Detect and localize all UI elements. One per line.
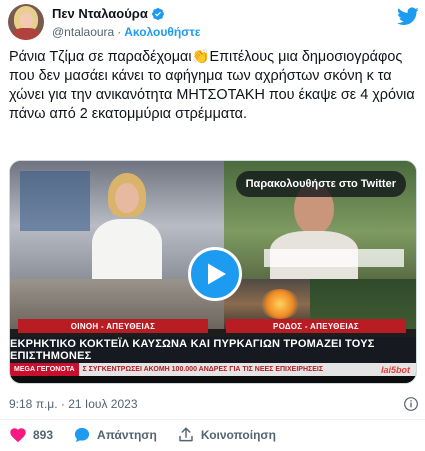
avatar-face [20,12,33,28]
divider [0,419,425,420]
presenter-figure [86,173,166,279]
follow-link[interactable]: Ακολουθήστε [124,25,200,39]
author-name-row: Πεν Νταλαούρα [52,6,165,21]
twitter-bird-icon[interactable] [397,5,419,27]
reply-button[interactable]: Απάντηση [73,426,157,444]
tweet-embed-card: Πεν Νταλαούρα @ntalaoura · Ακολουθήστε Ρ… [0,0,425,451]
ticker-text: Σ ΣΥΓΚΕΝΤΡΩΣΕΙ ΑΚΟΜΗ 100.000 ΑΝΔΡΕΣ ΓΙΑ … [82,366,324,373]
video-media[interactable]: ΟΙΝΟΗ - ΑΠΕΥΘΕΙΑΣ ΡΟΔΟΣ - ΑΠΕΥΘΕΙΑΣ ΕΚΡΗ… [9,160,417,384]
tweet-text: Ράνια Τζίμα σε παραδέχομαι👏Επιτέλους μια… [9,49,415,122]
author-display-name[interactable]: Πεν Νταλαούρα [52,6,148,21]
flame-area [260,289,300,319]
location-label-right: ΡΟΔΟΣ - ΑΠΕΥΘΕΙΑΣ [226,319,406,333]
studio-screen [20,171,90,231]
meta-separator: · [117,25,122,39]
tweet-timestamp[interactable]: 9:18 π.μ. · 21 Ιουλ 2023 [9,397,138,411]
news-headline: ΕΚΡΗΚΤΙΚΟ ΚΟΚΤΕΪΛ ΚΑΥΣΩΝΑ ΚΑΙ ΠΥΡΚΑΓΙΩΝ … [10,337,416,363]
likes-count: 893 [33,428,54,442]
presenter-face [115,183,139,213]
author-meta-row: @ntalaoura · Ακολουθήστε [52,25,200,39]
like-button[interactable]: 893 [9,426,53,444]
news-ticker: MEGA ΓΕΓΟΝΟΤΑ Σ ΣΥΓΚΕΝΤΡΩΣΕΙ ΑΚΟΜΗ 100.0… [10,363,416,376]
avatar-shirt [12,28,40,40]
verified-badge-icon [151,7,164,20]
video-bottom-strip [10,376,416,383]
location-label-left: ΟΙΝΟΗ - ΑΠΕΥΘΕΙΑΣ [18,319,208,333]
share-label: Κοινοποίηση [200,428,276,442]
channel-logo: lai5bot [380,364,410,375]
reply-icon [74,427,90,443]
author-handle[interactable]: @ntalaoura [52,25,114,39]
guest-caption-strip [264,249,404,267]
ticker-brand: MEGA ΓΕΓΟΝΟΤΑ [10,363,79,376]
info-icon[interactable] [403,396,419,412]
share-button[interactable]: Κοινοποίηση [177,426,276,444]
play-icon [208,263,226,285]
play-button[interactable] [188,247,242,301]
avatar[interactable] [8,4,44,40]
presenter-body [92,219,162,279]
watch-on-twitter-button[interactable]: Παρακολουθήστε στο Twitter [235,171,406,197]
tweet-actions: 893 Απάντηση Κοινοποίηση [9,426,296,444]
reply-label: Απάντηση [97,428,157,442]
share-icon [179,427,193,442]
heart-icon [10,428,26,443]
